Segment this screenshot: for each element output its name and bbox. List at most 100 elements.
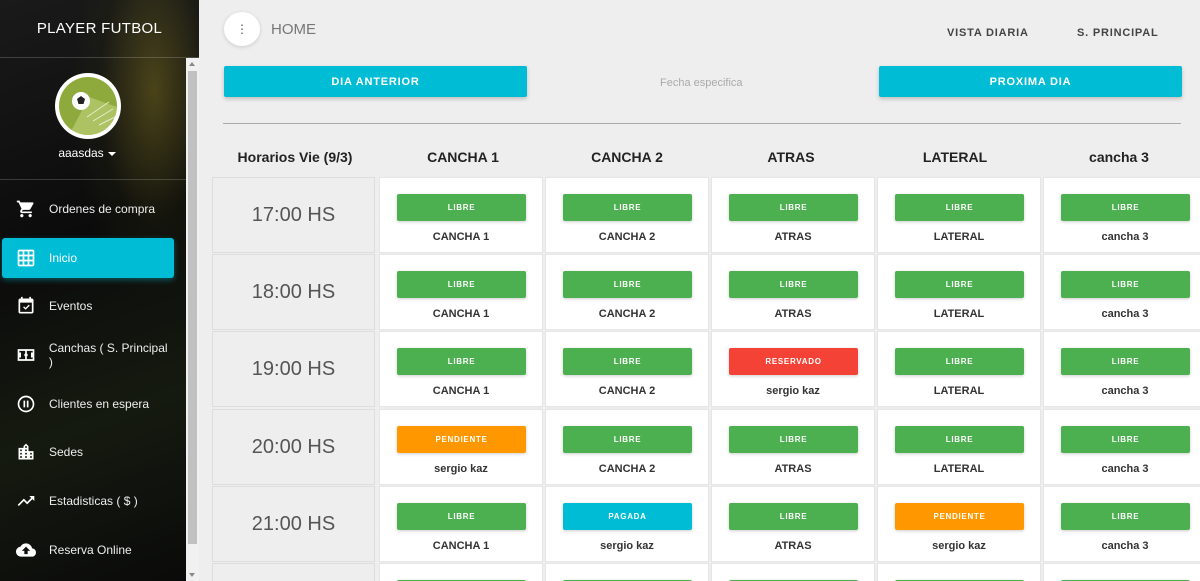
s-principal-link[interactable]: S. PRINCIPAL — [1077, 27, 1159, 39]
status-button[interactable]: LIBRE — [397, 194, 526, 221]
booking-cell[interactable]: LIBRE CANCHA 2 — [545, 254, 709, 330]
scroll-up-icon[interactable] — [189, 62, 195, 66]
booking-label: CANCHA 1 — [432, 385, 490, 397]
court-column-header: ATRAS — [767, 149, 815, 165]
time-column-header: Horarios Vie (9/3) — [237, 149, 353, 165]
booking-label: ATRAS — [774, 231, 812, 243]
menu-toggle-button[interactable]: ⋮ — [224, 12, 260, 46]
sidebar-item-label: Eventos — [49, 299, 93, 314]
username-dropdown[interactable]: aaasdas — [0, 146, 174, 160]
cart-icon — [15, 198, 37, 220]
sidebar-item-canchas[interactable]: Canchas ( S. Principal ) — [2, 335, 174, 375]
booking-cell[interactable]: LIBRE cancha 3 — [1043, 486, 1200, 562]
booking-label: CANCHA 2 — [598, 385, 656, 397]
booking-cell[interactable] — [1043, 563, 1200, 581]
scroll-down-icon[interactable] — [189, 573, 195, 577]
status-button[interactable]: PENDIENTE — [397, 426, 526, 453]
previous-day-button[interactable]: DIA ANTERIOR — [224, 66, 527, 97]
pause-icon — [15, 393, 37, 415]
status-button[interactable]: LIBRE — [397, 348, 526, 375]
booking-cell[interactable]: PENDIENTE sergio kaz — [379, 409, 543, 485]
status-button[interactable]: LIBRE — [729, 194, 858, 221]
status-button[interactable]: LIBRE — [729, 503, 858, 530]
status-button[interactable]: LIBRE — [895, 271, 1024, 298]
status-button[interactable]: LIBRE — [563, 426, 692, 453]
booking-cell[interactable]: LIBRE ATRAS — [711, 409, 875, 485]
booking-cell[interactable]: LIBRE cancha 3 — [1043, 331, 1200, 407]
divider — [223, 123, 1181, 124]
sidebar-item-sedes[interactable]: Sedes — [2, 432, 174, 472]
booking-label: cancha 3 — [1101, 540, 1149, 552]
booking-cell[interactable]: RESERVADO sergio kaz — [711, 331, 875, 407]
status-button[interactable]: LIBRE — [563, 271, 692, 298]
booking-cell[interactable]: PENDIENTE sergio kaz — [877, 486, 1041, 562]
date-picker-input[interactable]: Fecha especifica — [660, 77, 743, 89]
booking-cell[interactable] — [877, 563, 1041, 581]
booking-cell[interactable]: LIBRE ATRAS — [711, 254, 875, 330]
status-button[interactable]: PENDIENTE — [895, 503, 1024, 530]
status-button[interactable]: LIBRE — [895, 194, 1024, 221]
booking-label: cancha 3 — [1101, 231, 1149, 243]
status-button[interactable]: LIBRE — [397, 271, 526, 298]
booking-cell[interactable] — [379, 563, 543, 581]
booking-cell[interactable]: LIBRE CANCHA 2 — [545, 331, 709, 407]
sidebar-item-reserva[interactable]: Reserva Online — [2, 530, 174, 570]
next-day-button[interactable]: PROXIMA DIA — [879, 66, 1182, 97]
booking-cell[interactable]: LIBRE LATERAL — [877, 177, 1041, 253]
status-button[interactable]: LIBRE — [895, 426, 1024, 453]
sidebar-item-label: Canchas ( S. Principal ) — [48, 341, 168, 370]
booking-cell[interactable]: LIBRE CANCHA 2 — [545, 177, 709, 253]
booking-cell[interactable]: LIBRE CANCHA 1 — [379, 254, 543, 330]
booking-cell[interactable]: LIBRE CANCHA 1 — [379, 177, 543, 253]
status-button[interactable]: RESERVADO — [729, 348, 858, 375]
scrollbar-thumb[interactable] — [188, 71, 197, 544]
booking-cell[interactable]: LIBRE CANCHA 2 — [545, 409, 709, 485]
sidebar-item-ordenes[interactable]: Ordenes de compra — [2, 189, 174, 229]
booking-cell[interactable] — [711, 563, 875, 581]
status-button[interactable]: LIBRE — [729, 426, 858, 453]
status-button[interactable]: LIBRE — [1061, 271, 1190, 298]
status-button[interactable]: LIBRE — [1061, 426, 1190, 453]
booking-cell[interactable]: LIBRE CANCHA 1 — [379, 331, 543, 407]
avatar[interactable] — [55, 73, 121, 139]
booking-cell[interactable]: LIBRE cancha 3 — [1043, 409, 1200, 485]
booking-label: LATERAL — [933, 385, 985, 397]
booking-cell[interactable]: LIBRE cancha 3 — [1043, 254, 1200, 330]
status-button[interactable]: LIBRE — [729, 271, 858, 298]
sidebar-item-estadisticas[interactable]: Estadisticas ( $ ) — [2, 481, 174, 521]
booking-label: LATERAL — [933, 231, 985, 243]
booking-cell[interactable]: LIBRE cancha 3 — [1043, 177, 1200, 253]
status-button[interactable]: LIBRE — [1061, 348, 1190, 375]
status-button[interactable]: PAGADA — [563, 503, 692, 530]
booking-label: cancha 3 — [1101, 308, 1149, 320]
booking-cell[interactable] — [545, 563, 709, 581]
brand-title[interactable]: PLAYER FUTBOL — [0, 0, 199, 58]
booking-cell[interactable]: LIBRE ATRAS — [711, 177, 875, 253]
more-vert-icon: ⋮ — [236, 22, 248, 36]
booking-label: ATRAS — [774, 308, 812, 320]
sidebar-item-eventos[interactable]: Eventos — [2, 286, 174, 326]
status-button[interactable]: LIBRE — [563, 194, 692, 221]
booking-label: cancha 3 — [1101, 385, 1149, 397]
status-button[interactable]: LIBRE — [1061, 503, 1190, 530]
booking-cell[interactable]: PAGADA sergio kaz — [545, 486, 709, 562]
booking-cell[interactable]: LIBRE CANCHA 1 — [379, 486, 543, 562]
status-button[interactable]: LIBRE — [563, 348, 692, 375]
booking-cell[interactable]: LIBRE LATERAL — [877, 254, 1041, 330]
status-button[interactable]: LIBRE — [895, 348, 1024, 375]
status-button[interactable]: LIBRE — [1061, 194, 1190, 221]
sidebar-item-inicio[interactable]: Inicio — [2, 237, 174, 278]
booking-label: LATERAL — [933, 463, 985, 475]
booking-cell[interactable]: LIBRE LATERAL — [877, 331, 1041, 407]
vista-diaria-link[interactable]: VISTA DIARIA — [947, 27, 1029, 39]
sidebar-item-label: Clientes en espera — [49, 396, 150, 411]
time-slot-label: 19:00 HS — [212, 331, 375, 407]
booking-cell[interactable]: LIBRE ATRAS — [711, 486, 875, 562]
time-slot-label: 17:00 HS — [212, 177, 375, 253]
sidebar-item-clientes[interactable]: Clientes en espera — [2, 384, 174, 424]
booking-cell[interactable]: LIBRE LATERAL — [877, 409, 1041, 485]
status-button[interactable]: LIBRE — [397, 503, 526, 530]
sidebar-scrollbar[interactable] — [186, 58, 199, 581]
booking-label: CANCHA 1 — [432, 231, 490, 243]
time-slot-label: 21:00 HS — [212, 486, 375, 562]
